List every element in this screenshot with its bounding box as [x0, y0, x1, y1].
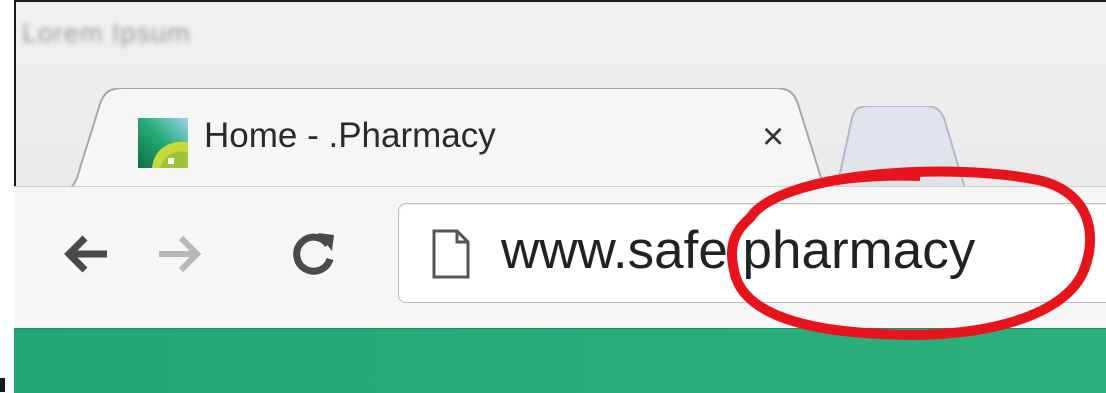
forward-button[interactable] [148, 223, 210, 285]
tab-home-pharmacy[interactable]: Home - .Pharmacy × [54, 88, 844, 192]
page-icon [432, 229, 470, 279]
arrow-right-icon [159, 235, 202, 273]
close-icon[interactable]: × [762, 118, 784, 156]
browser-toolbar: www.safe.pharmacy [14, 186, 1106, 329]
url-text[interactable]: www.safe.pharmacy [501, 220, 975, 281]
reload-button[interactable] [282, 223, 344, 285]
reload-icon [293, 233, 334, 275]
tab-title: Home - .Pharmacy [204, 116, 496, 155]
address-bar[interactable]: www.safe.pharmacy [398, 203, 1106, 303]
frame-corner-mark [0, 378, 5, 392]
window-title-blurred: Lorem Ipsum [22, 18, 191, 48]
page-content-header [14, 328, 1106, 393]
back-button[interactable] [56, 223, 118, 285]
arrow-left-icon [64, 235, 107, 273]
pharmacy-logo-icon [138, 118, 188, 168]
new-tab-button[interactable] [826, 105, 976, 193]
tab-strip: Home - .Pharmacy × [14, 80, 1106, 193]
